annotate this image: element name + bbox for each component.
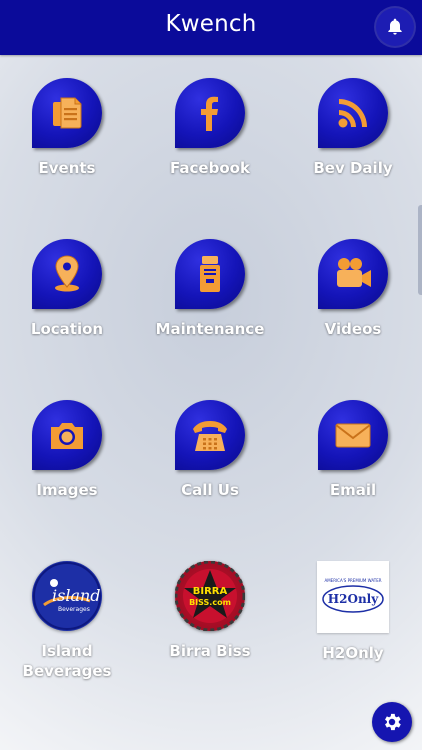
birra-biss-logo: BIRRA BISS.com (174, 560, 246, 632)
island-beverages-logo: island Beverages (32, 561, 102, 631)
tile-icon-bg (175, 78, 245, 148)
tile-h2only[interactable]: AMERICA'S PREMIUM WATER H2Only H2Only (283, 561, 422, 663)
h2only-logo-mark: AMERICA'S PREMIUM WATER H2Only (317, 561, 389, 633)
rss-icon (338, 99, 367, 128)
tile-email[interactable]: Email (283, 400, 422, 500)
tile-birra-biss[interactable]: BIRRA BISS.com Birra Biss (140, 560, 280, 661)
telephone-icon (193, 421, 227, 451)
bottle-cap-logo: BIRRA BISS.com (174, 560, 246, 632)
tile-label: Images (36, 481, 98, 499)
tile-island-beverages[interactable]: island Beverages Island Beverages (0, 561, 137, 681)
tile-label: Email (329, 481, 377, 499)
app-header: Kwench (0, 0, 422, 55)
tile-icon-bg (318, 400, 388, 470)
map-pin-icon (55, 255, 79, 292)
tile-images[interactable]: Images (0, 400, 137, 500)
tile-label: Maintenance (155, 320, 265, 338)
tile-label: Island Beverages (22, 642, 112, 680)
tile-videos[interactable]: Videos (283, 239, 422, 339)
tile-events[interactable]: Events (0, 78, 137, 178)
tile-icon-bg (318, 78, 388, 148)
tile-label: Call Us (181, 481, 239, 499)
settings-button[interactable] (372, 702, 412, 742)
tile-icon-bg (32, 400, 102, 470)
notifications-button[interactable] (376, 8, 414, 46)
tile-label: Events (38, 159, 96, 177)
tile-call-us[interactable]: Call Us (140, 400, 280, 500)
tile-icon-bg (175, 400, 245, 470)
tile-location[interactable]: Location (0, 239, 137, 339)
svg-text:H2Only: H2Only (328, 592, 379, 606)
h2only-logo: AMERICA'S PREMIUM WATER H2Only (317, 561, 389, 633)
svg-text:BISS.com: BISS.com (189, 598, 231, 607)
tile-label: Birra Biss (169, 642, 251, 660)
tile-label: Videos (324, 320, 382, 338)
app-title: Kwench (165, 11, 257, 37)
island-logo-mark: island Beverages (33, 562, 101, 630)
svg-text:BIRRA: BIRRA (193, 586, 228, 597)
water-cooler-icon (200, 256, 220, 292)
bell-icon (388, 18, 402, 35)
svg-text:Beverages: Beverages (58, 606, 90, 613)
tile-bev-daily[interactable]: Bev Daily (283, 78, 422, 178)
tile-icon-bg (32, 239, 102, 309)
video-camera-icon (337, 258, 371, 287)
camera-icon (51, 423, 83, 449)
svg-text:island: island (52, 586, 101, 605)
tile-icon-bg (318, 239, 388, 309)
tile-label: Location (30, 320, 104, 338)
envelope-icon (335, 423, 371, 448)
tile-label: H2Only (322, 644, 384, 662)
gear-icon (385, 713, 401, 731)
svg-text:AMERICA'S PREMIUM WATER: AMERICA'S PREMIUM WATER (324, 578, 381, 583)
tile-label: Bev Daily (313, 159, 393, 177)
tile-icon-bg (175, 239, 245, 309)
document-icon (53, 97, 82, 129)
tile-icon-bg (32, 78, 102, 148)
tile-maintenance[interactable]: Maintenance (140, 239, 280, 339)
tile-facebook[interactable]: Facebook (140, 78, 280, 178)
facebook-icon (201, 96, 218, 131)
tile-label: Facebook (170, 159, 250, 177)
